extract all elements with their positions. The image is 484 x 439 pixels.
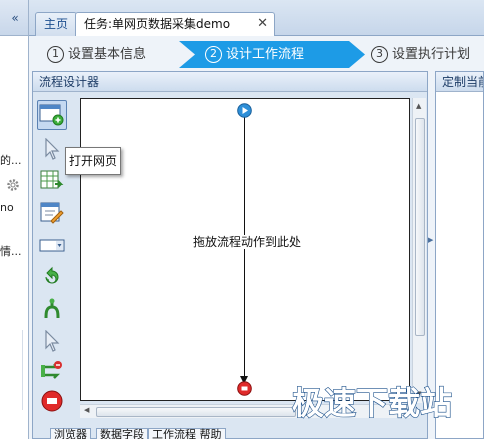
mouse-hover-icon[interactable] — [37, 326, 67, 356]
end-process-icon[interactable] — [37, 386, 67, 416]
sidebar-item-2[interactable]: no — [0, 201, 14, 214]
input-text-icon[interactable] — [37, 198, 67, 228]
watermark-logo: 极速下载站 — [290, 383, 468, 422]
customize-panel-title: 定制当前 — [436, 72, 483, 92]
tab-home[interactable]: 主页 — [35, 12, 78, 36]
end-node-icon[interactable] — [237, 381, 252, 396]
svg-text:极速下载站: 极速下载站 — [292, 384, 452, 420]
designer-title: 流程设计器 — [33, 72, 427, 92]
step-design-workflow[interactable]: 2 设计工作流程 — [179, 41, 365, 68]
step-basic-info[interactable]: 1 设置基本信息 — [33, 41, 193, 68]
extract-data-icon[interactable] — [37, 166, 67, 196]
step-number: 1 — [47, 46, 64, 63]
scroll-up-icon[interactable]: ▲ — [416, 102, 421, 110]
loop-icon[interactable] — [37, 262, 67, 292]
tab-data-fields[interactable]: 数据字段 — [96, 428, 148, 439]
drop-hint-text: 拖放流程动作到此处 — [193, 235, 302, 249]
step-execution-plan[interactable]: 3 设置执行计划 — [361, 41, 484, 68]
switch-dropdown-icon[interactable] — [37, 356, 67, 386]
action-toolbox — [37, 98, 71, 412]
vertical-scrollbar[interactable]: ▲ ▼ — [412, 98, 426, 403]
step-label: 设计工作流程 — [226, 47, 305, 62]
select-dropdown-icon[interactable] — [37, 230, 67, 260]
left-sidebar-header: « — [0, 0, 28, 36]
sidebar-item-1[interactable]: 的... — [0, 152, 22, 168]
left-sidebar: « 的... no 情... — [0, 0, 29, 439]
scroll-left-icon[interactable]: ◀ — [84, 406, 89, 414]
sidebar-divider — [22, 330, 23, 410]
tab-task-label: 任务:单网页数据采集demo — [84, 17, 231, 31]
if-condition-icon[interactable] — [37, 294, 67, 324]
main-content: 1 设置基本信息 2 设计工作流程 3 设置执行计划 流程设计器 拖放流程动作到… — [29, 36, 484, 439]
flow-connector — [244, 113, 245, 386]
step-label: 设置执行计划 — [392, 47, 471, 62]
step-label: 设置基本信息 — [68, 47, 147, 62]
close-icon[interactable]: ✕ — [257, 13, 268, 35]
scroll-thumb[interactable] — [415, 118, 425, 336]
open-webpage-icon[interactable] — [37, 100, 67, 130]
document-tab-strip: 主页 任务:单网页数据采集demo ✕ — [29, 0, 484, 37]
click-element-icon[interactable] — [37, 134, 67, 164]
tab-workflow-help[interactable]: 工作流程 帮助 — [148, 428, 226, 439]
tab-browser[interactable]: 浏览器 — [50, 428, 91, 439]
start-node-icon[interactable] — [237, 103, 252, 118]
scroll-thumb[interactable] — [96, 407, 296, 417]
tab-task[interactable]: 任务:单网页数据采集demo ✕ — [75, 12, 275, 37]
step-number: 2 — [205, 46, 222, 63]
sidebar-item-3[interactable]: 情... — [0, 243, 22, 259]
collapse-sidebar-button[interactable]: « — [6, 9, 24, 27]
step-number: 3 — [371, 46, 388, 63]
gear-icon[interactable] — [6, 178, 20, 192]
workflow-canvas[interactable]: 拖放流程动作到此处 — [80, 98, 410, 401]
splitter-handle-icon[interactable]: ▶ — [428, 236, 433, 244]
wizard-steps: 1 设置基本信息 2 设计工作流程 3 设置执行计划 — [33, 41, 484, 68]
tooltip: 打开网页 — [65, 147, 121, 175]
